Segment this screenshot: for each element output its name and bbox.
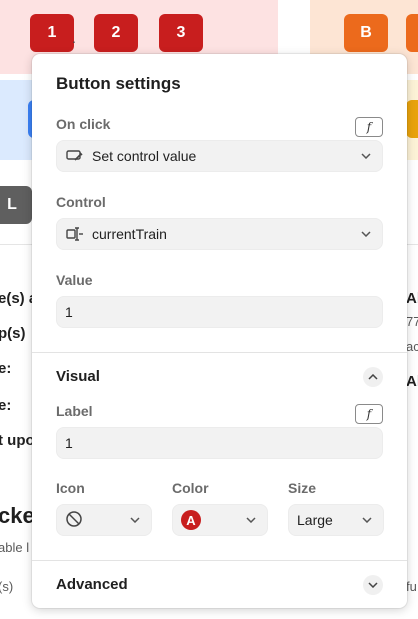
chevron-down-icon	[361, 514, 373, 526]
train-button-1[interactable]: 1	[30, 14, 74, 52]
background-value: Al	[406, 373, 418, 390]
icon-select[interactable]	[56, 504, 152, 536]
background-label: p(s)	[0, 325, 26, 342]
background-value: Al	[406, 290, 418, 307]
set-control-value-icon	[65, 148, 85, 164]
control-select[interactable]: currentTrain	[56, 218, 383, 250]
button-b[interactable]: B	[344, 14, 388, 52]
value-input[interactable]: 1	[56, 296, 383, 328]
on-click-formula-button[interactable]: f	[355, 117, 383, 137]
value-input-text: 1	[65, 304, 73, 320]
background-label: e:	[0, 397, 12, 414]
gray-button-l[interactable]: L	[0, 186, 32, 224]
color-select[interactable]: A	[172, 504, 268, 536]
color-swatch: A	[181, 510, 201, 530]
size-field-label: Size	[288, 480, 317, 496]
icon-field-label: Icon	[56, 480, 85, 496]
size-select[interactable]: Large	[288, 504, 384, 536]
chevron-down-icon	[360, 150, 372, 162]
background-value: ac	[406, 339, 418, 354]
control-label: Control	[56, 194, 106, 210]
background-dot: .	[72, 30, 76, 46]
label-formula-button[interactable]: f	[355, 404, 383, 424]
background-subtext: able l	[0, 540, 30, 555]
section-divider	[32, 560, 407, 561]
background-value: 77	[406, 314, 418, 329]
popover-title: Button settings	[56, 74, 181, 93]
on-click-label: On click	[56, 116, 111, 132]
chevron-up-icon[interactable]	[363, 367, 383, 387]
orange-button-partial[interactable]	[406, 14, 418, 52]
chevron-down-icon	[245, 514, 257, 526]
on-click-value: Set control value	[92, 148, 197, 164]
background-cell: fu	[406, 579, 417, 594]
chevron-down-icon	[129, 514, 141, 526]
background-cell: (s)	[0, 579, 14, 594]
label-field-label: Label	[56, 403, 93, 419]
no-icon-icon	[65, 510, 83, 531]
label-input-text: 1	[65, 435, 73, 451]
train-button-2[interactable]: 2	[94, 14, 138, 52]
background-label: e:	[0, 360, 12, 377]
advanced-section-title[interactable]: Advanced	[56, 576, 128, 593]
color-field-label: Color	[172, 480, 209, 496]
chevron-down-icon[interactable]	[363, 575, 383, 595]
chevron-down-icon	[360, 228, 372, 240]
section-divider	[32, 352, 407, 353]
value-label: Value	[56, 272, 93, 288]
background-label: t upo	[0, 432, 35, 449]
yellow-button-partial[interactable]	[406, 100, 418, 138]
function-icon: f	[366, 407, 372, 421]
button-settings-popover: Button settings On click f Set control v…	[32, 54, 407, 608]
train-button-3[interactable]: 3	[159, 14, 203, 52]
visual-section-title[interactable]: Visual	[56, 368, 100, 385]
control-variable-icon	[65, 226, 85, 242]
function-icon: f	[366, 120, 372, 134]
label-input[interactable]: 1	[56, 427, 383, 459]
size-value: Large	[297, 512, 333, 528]
on-click-select[interactable]: Set control value	[56, 140, 383, 172]
control-value: currentTrain	[92, 226, 167, 242]
